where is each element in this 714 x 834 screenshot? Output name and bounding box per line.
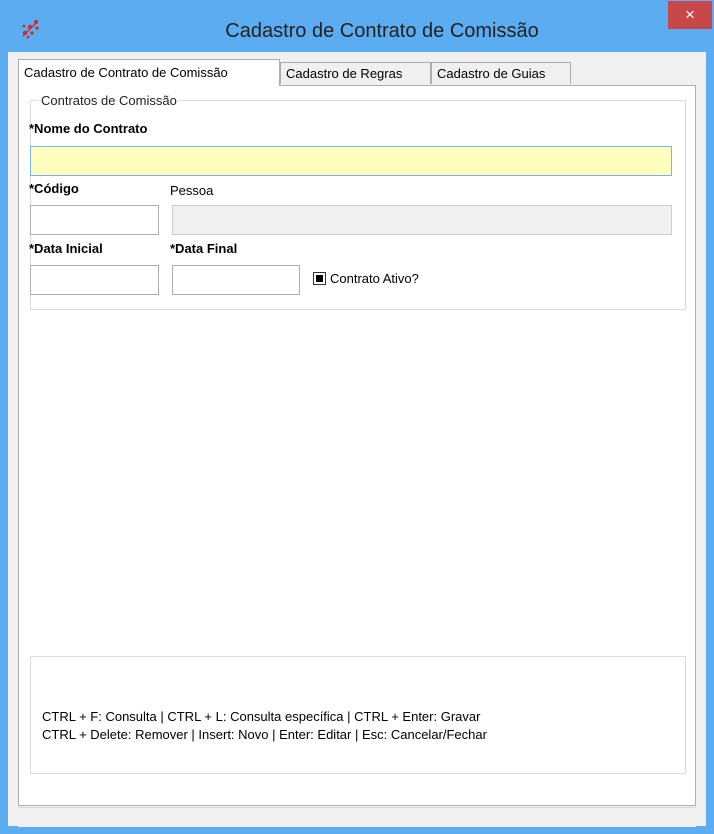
tab-cadastro-contrato[interactable]: Cadastro de Contrato de Comissão	[18, 59, 280, 86]
data-inicial-label: *Data Inicial	[29, 241, 103, 256]
title-bar[interactable]: Cadastro de Contrato de Comissão ×	[0, 0, 714, 52]
nome-contrato-label: *Nome do Contrato	[29, 121, 148, 136]
data-final-label: *Data Final	[170, 241, 238, 256]
hotkeys-panel: CTRL + F: Consulta | CTRL + L: Consulta …	[30, 656, 686, 774]
group-legend: Contratos de Comissão	[39, 93, 179, 108]
check-mark-icon	[316, 275, 323, 282]
data-final-input[interactable]	[172, 265, 300, 295]
data-inicial-input[interactable]	[30, 265, 159, 295]
contrato-ativo-label[interactable]: Contrato Ativo?	[330, 271, 419, 286]
codigo-label: *Código	[29, 181, 79, 196]
contratos-groupbox: Contratos de Comissão *Nome do Contrato …	[29, 93, 686, 310]
status-bar	[18, 807, 696, 827]
window-title: Cadastro de Contrato de Comissão	[225, 20, 539, 42]
pessoa-label: Pessoa	[170, 183, 214, 198]
nome-contrato-input[interactable]	[30, 146, 672, 176]
client-area: Cadastro de Contrato de Comissão Cadastr…	[8, 52, 706, 827]
tab-cadastro-regras[interactable]: Cadastro de Regras	[280, 62, 431, 84]
tab-cadastro-guias[interactable]: Cadastro de Guias	[431, 62, 571, 84]
codigo-input[interactable]	[30, 205, 159, 235]
contrato-ativo-checkbox[interactable]	[313, 272, 326, 285]
close-icon: ×	[685, 5, 695, 24]
close-button[interactable]: ×	[668, 1, 712, 29]
main-window: Cadastro de Contrato de Comissão × Cadas…	[0, 0, 714, 834]
tab-panel: Contratos de Comissão *Nome do Contrato …	[18, 85, 696, 806]
hotkeys-line-2: CTRL + Delete: Remover | Insert: Novo | …	[42, 727, 487, 742]
pessoa-input	[172, 205, 672, 235]
hotkeys-line-1: CTRL + F: Consulta | CTRL + L: Consulta …	[42, 709, 481, 724]
